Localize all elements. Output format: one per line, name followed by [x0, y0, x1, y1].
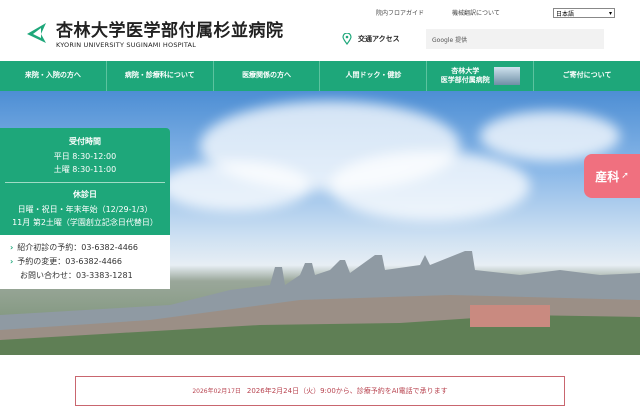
- language-value: 日本語: [556, 10, 575, 18]
- divider: [5, 182, 165, 183]
- chevron-down-icon: ▾: [608, 9, 612, 17]
- logo-mark-icon: [27, 22, 46, 43]
- access-link[interactable]: 交通アクセス: [342, 33, 400, 45]
- nav-departments[interactable]: 病院・診療科について: [107, 61, 214, 91]
- access-label: 交通アクセス: [358, 35, 400, 43]
- reception-info-panel: 受付時間 平日 8:30-12:00 土曜 8:30-11:00 休診日 日曜・…: [0, 128, 170, 289]
- closed-days-2: 11月 第2土曜（学園創立記念日代替日）: [12, 218, 158, 227]
- notice-date: 2026年02月17日: [192, 388, 241, 395]
- nav-main-hospital-line2: 医学部付属病院: [440, 76, 490, 84]
- nav-main-hospital[interactable]: 杏林大学 医学部付属病院: [427, 61, 535, 91]
- saturday-hours: 土曜 8:30-11:00: [53, 165, 117, 174]
- chevron-right-icon: ›: [10, 243, 14, 252]
- nav-checkup[interactable]: 人間ドック・健診: [320, 61, 428, 91]
- closed-days-1: 日曜・祝日・年末年始（12/29-1/3）: [17, 205, 153, 214]
- change-phone[interactable]: › 予約の変更：03-6382-4466: [10, 255, 162, 269]
- translation-link[interactable]: 機械翻訳について: [452, 8, 500, 17]
- chevron-right-icon: ›: [10, 257, 14, 266]
- language-select[interactable]: 日本語 ▾: [553, 8, 615, 18]
- floor-guide-link[interactable]: 院内フロアガイド: [376, 8, 424, 17]
- building-thumbnail: [493, 67, 520, 85]
- cursor-icon: ➚: [621, 171, 629, 181]
- search-input[interactable]: Google 提供: [426, 29, 604, 49]
- hospital-name: 杏林大学医学部付属杉並病院: [56, 21, 284, 41]
- hours-title: 受付時間: [69, 137, 101, 146]
- nav-donation[interactable]: ご寄付について: [534, 61, 640, 91]
- nav-medical-professionals[interactable]: 医療関係の方へ: [214, 61, 321, 91]
- hospital-name-en: KYORIN UNIVERSITY SUGINAMI HOSPITAL: [56, 41, 197, 49]
- obstetrics-tab[interactable]: 産科 ➚: [584, 154, 640, 198]
- referral-phone[interactable]: › 紹介初診の予約：03-6382-4466: [10, 241, 162, 255]
- nav-main-hospital-line1: 杏林大学: [451, 66, 480, 75]
- referral-phone-text: 紹介初診の予約：03-6382-4466: [17, 243, 138, 252]
- obstetrics-label: 産科: [595, 169, 620, 184]
- notice-box[interactable]: 2026年02月17日 2026年2月24日（火）9:00から、診療予約をAI電話…: [75, 376, 565, 406]
- change-phone-text: 予約の変更：03-6382-4466: [17, 257, 122, 266]
- nav-visitors[interactable]: 来院・入院の方へ: [0, 61, 107, 91]
- main-nav: 来院・入院の方へ 病院・診療科について 医療関係の方へ 人間ドック・健診 杏林大…: [0, 61, 640, 91]
- weekday-hours: 平日 8:30-12:00: [53, 152, 117, 161]
- hospital-logo[interactable]: 杏林大学医学部付属杉並病院 KYORIN UNIVERSITY SUGINAMI…: [24, 16, 284, 49]
- notice-text: 2026年2月24日（火）9:00から、診療予約をAI電話で承ります: [246, 387, 448, 395]
- inquiry-phone-text: お問い合わせ：03-3383-1281: [20, 271, 133, 280]
- map-pin-icon: [342, 33, 352, 45]
- inquiry-phone[interactable]: お問い合わせ：03-3383-1281: [10, 269, 162, 283]
- closed-days-title: 休診日: [73, 190, 97, 199]
